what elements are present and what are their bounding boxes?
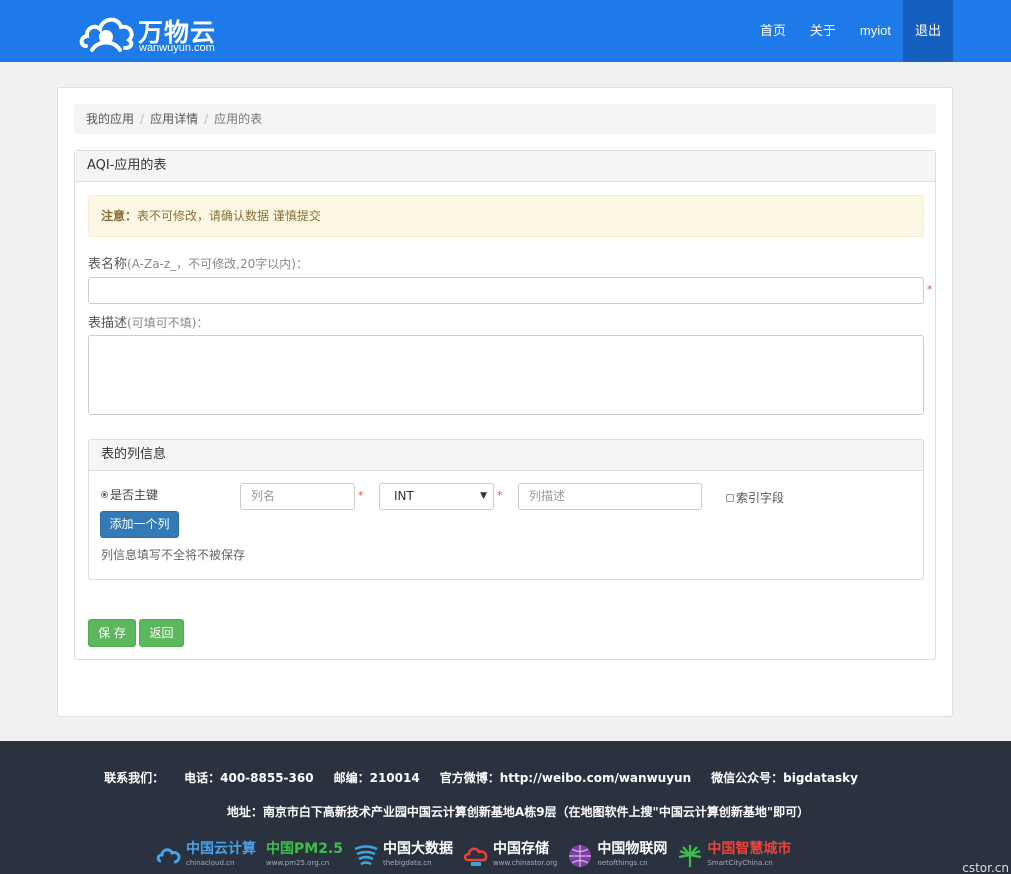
column-name-placeholder: 列名 <box>251 489 276 503</box>
column-desc-placeholder: 列描述 <box>529 489 566 503</box>
nav-logout[interactable]: 退出 <box>902 0 953 62</box>
columns-note: 列信息填写不全将不被保存 <box>101 548 246 562</box>
nav-about[interactable]: 关于 <box>798 0 848 62</box>
partner-netofthings[interactable]: 中国物联网 netofthings.cn <box>567 839 667 873</box>
primary-key-radio[interactable]: 是否主键 <box>101 486 158 503</box>
breadcrumb-my-apps[interactable]: 我的应用 <box>86 112 134 126</box>
contact-phone: 电话：400-8855-360 <box>184 771 314 785</box>
footer-contact: 联系我们： 电话：400-8855-360 邮编：210014 官方微博：http:/… <box>0 769 962 786</box>
partner-name: 中国存储 <box>493 841 549 857</box>
partner-url: www.pm25.org.cn <box>266 859 330 867</box>
wave-icon <box>354 845 378 866</box>
column-desc-input[interactable]: 列描述 <box>518 483 702 510</box>
index-field-checkbox[interactable]: 索引字段 <box>726 489 784 506</box>
partner-url: SmartCityChina.cn <box>707 859 773 867</box>
table-form-panel: AQI-应用的表 注意：表不可修改，请确认数据 谨慎提交 表名称(A-Za-z_… <box>74 150 936 660</box>
table-desc-label: 表描述(可填可不填)： <box>88 312 208 331</box>
breadcrumb-separator: / <box>204 112 209 126</box>
columns-panel-title: 表的列信息 <box>89 440 923 471</box>
contact-weibo: 官方微博：http://weibo.com/wanwuyun <box>439 771 692 785</box>
alert-strong: 注意： <box>101 209 138 223</box>
table-name-input[interactable] <box>88 277 924 304</box>
brand-logo[interactable]: 万物云 wanwuyun.com <box>78 10 248 56</box>
required-mark: * <box>927 283 933 296</box>
checkbox-icon[interactable] <box>726 493 734 502</box>
partner-links: 中国云计算 chinacloud.cn 中国PM2.5 www.pm25.org… <box>156 839 791 873</box>
partner-bigdata[interactable]: 中国大数据 thebigdata.cn <box>353 839 453 873</box>
table-desc-textarea[interactable] <box>88 335 924 415</box>
contact-zip: 邮编：210014 <box>333 771 420 785</box>
columns-panel: 表的列信息 是否主键 列名 * INT ▼ * 列描述 索引字段 添加一个列 列… <box>88 439 924 580</box>
save-button[interactable]: 保 存 <box>88 619 136 647</box>
contact-wechat: 微信公众号：bigdatasky <box>711 771 858 785</box>
cloud-icon <box>156 848 181 864</box>
main-nav: 首页 关于 myiot 退出 <box>748 0 953 62</box>
breadcrumb-separator: / <box>140 112 145 126</box>
partner-name: 中国云计算 <box>186 841 256 857</box>
primary-key-label: 是否主键 <box>110 488 159 502</box>
add-column-button[interactable]: 添加一个列 <box>100 511 179 538</box>
dropdown-arrow-icon: ▼ <box>480 491 487 501</box>
partner-name: 中国大数据 <box>383 841 453 857</box>
required-mark: * <box>358 489 364 502</box>
partner-url: www.chinastor.org <box>493 859 558 867</box>
cloud-logo-icon <box>79 17 134 52</box>
alert-text: 表不可修改，请确认数据 谨慎提交 <box>137 209 321 223</box>
partner-chinastor[interactable]: 中国存储 www.chinastor.org <box>463 839 557 873</box>
index-field-label: 索引字段 <box>736 491 785 505</box>
nav-user[interactable]: myiot <box>848 0 903 62</box>
breadcrumb-current: 应用的表 <box>214 112 263 126</box>
required-mark: * <box>497 489 503 502</box>
breadcrumb: 我的应用 / 应用详情 / 应用的表 <box>74 104 936 134</box>
logo-subtext: wanwuyun.com <box>139 42 215 54</box>
partner-pm25[interactable]: 中国PM2.5 www.pm25.org.cn <box>266 839 343 873</box>
partner-url: thebigdata.cn <box>383 859 432 867</box>
partner-name: 中国智慧城市 <box>707 841 792 857</box>
partner-name: 中国PM2.5 <box>266 841 343 857</box>
globe-icon <box>569 845 592 867</box>
breadcrumb-app-detail[interactable]: 应用详情 <box>150 112 198 126</box>
column-type-value: INT <box>394 489 414 503</box>
footer: 联系我们： 电话：400-8855-360 邮编：210014 官方微博：http:/… <box>0 741 1011 874</box>
watermark-text: cstor.cn <box>962 861 1009 874</box>
table-name-hint: (A-Za-z_，不可修改,20字以内)： <box>127 257 308 271</box>
palm-icon <box>679 845 702 867</box>
contact-label: 联系我们： <box>104 771 165 785</box>
partner-url: netofthings.cn <box>597 859 648 867</box>
main-container: 我的应用 / 应用详情 / 应用的表 AQI-应用的表 注意：表不可修改，请确认数据 谨… <box>57 87 953 717</box>
partner-chinacloud[interactable]: 中国云计算 chinacloud.cn <box>156 839 256 873</box>
top-navbar: 万物云 wanwuyun.com 首页 关于 myiot 退出 <box>0 0 1011 62</box>
table-name-label-text: 表名称 <box>88 257 128 272</box>
partner-url: chinacloud.cn <box>186 859 235 867</box>
partner-smartcity[interactable]: 中国智慧城市 SmartCityChina.cn <box>677 839 791 873</box>
radio-icon[interactable] <box>101 491 108 498</box>
storage-cloud-icon <box>463 847 488 866</box>
nav-home[interactable]: 首页 <box>748 0 798 62</box>
panel-title: AQI-应用的表 <box>75 151 935 182</box>
column-name-input[interactable]: 列名 <box>240 483 355 510</box>
partner-name: 中国物联网 <box>597 841 668 857</box>
table-name-label: 表名称(A-Za-z_，不可修改,20字以内)： <box>88 253 308 272</box>
footer-address: 地址：南京市白下高新技术产业园中国云计算创新基地A栋9层（在地图软件上搜"中国云… <box>226 805 810 819</box>
table-desc-hint: (可填可不填)： <box>127 316 209 330</box>
table-desc-label-text: 表描述 <box>88 316 128 331</box>
column-type-select[interactable]: INT ▼ <box>379 483 494 510</box>
warning-alert: 注意：表不可修改，请确认数据 谨慎提交 <box>88 195 924 237</box>
back-button[interactable]: 返回 <box>139 619 184 647</box>
